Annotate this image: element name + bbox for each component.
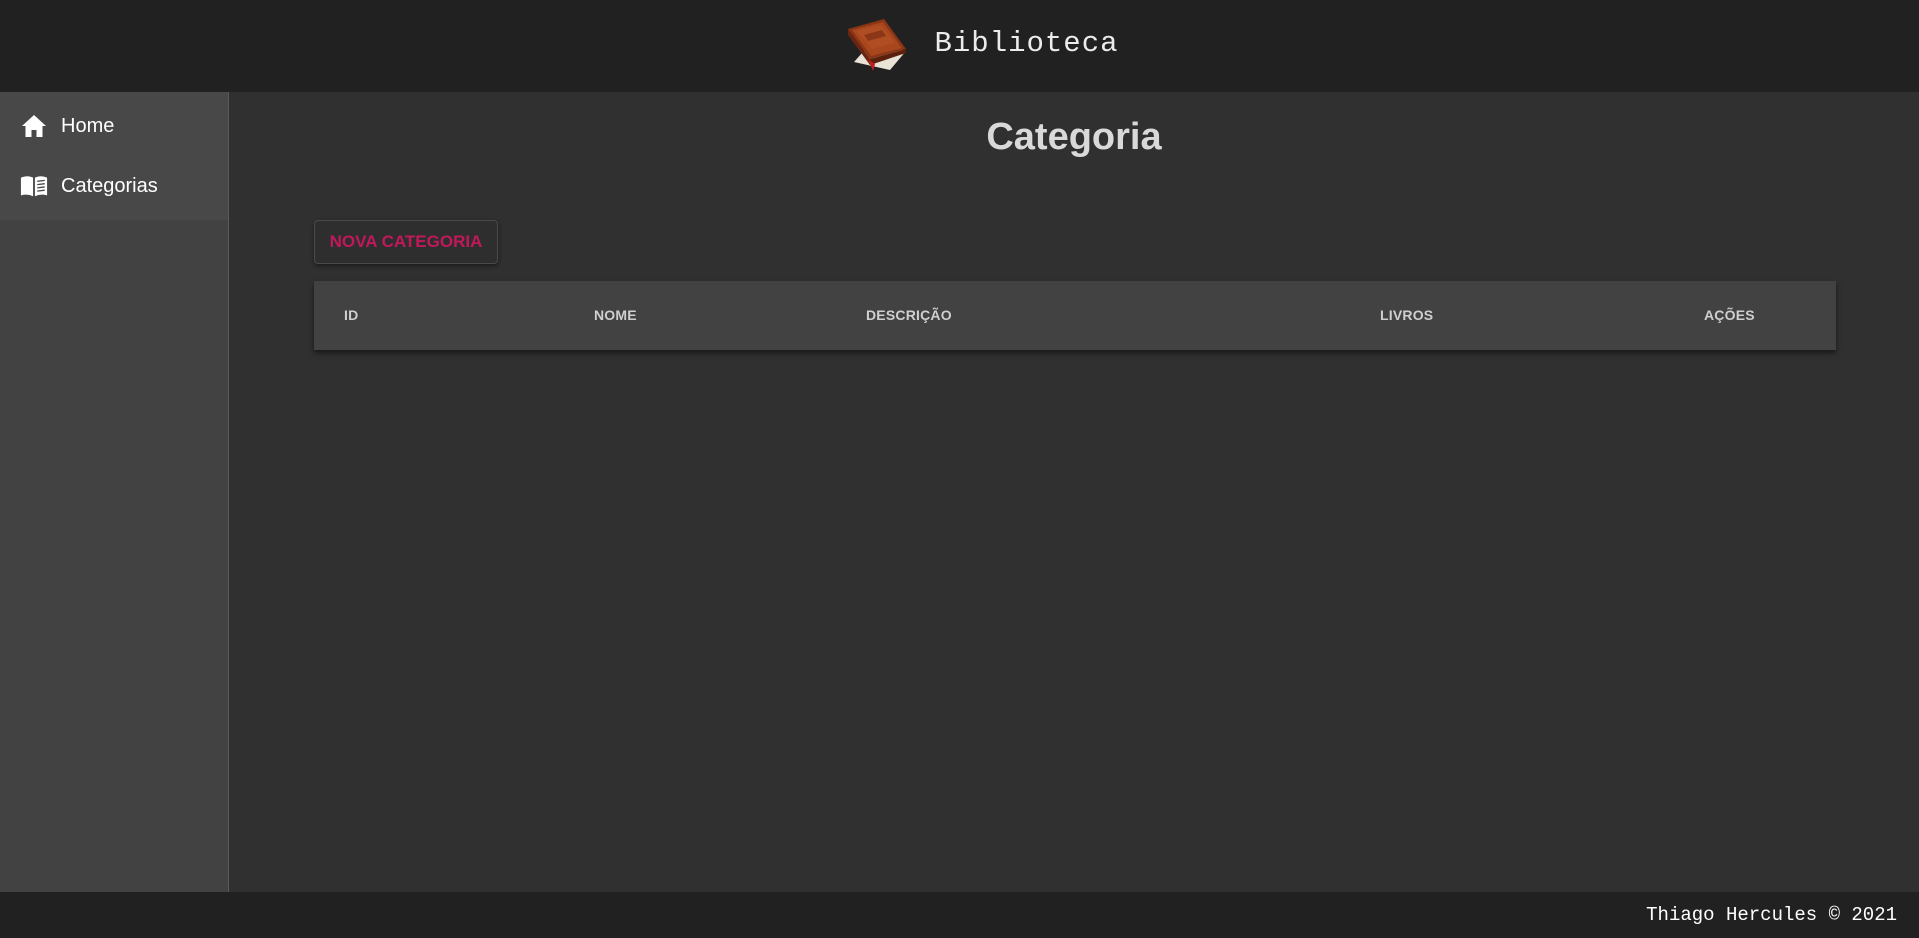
sidebar-item-home[interactable]: Home (0, 96, 228, 156)
sidebar-item-label: Home (61, 114, 115, 137)
main-content: Categoria NOVA CATEGORIA ID NOME DESCRIÇ… (229, 92, 1919, 892)
page-title: Categoria (986, 116, 1162, 158)
app-title: Biblioteca (934, 27, 1119, 60)
sidebar: Home Categorias (0, 92, 229, 892)
brand[interactable]: Biblioteca (840, 15, 1118, 73)
column-header-acoes: AÇÕES (1704, 307, 1755, 323)
book-icon (848, 18, 907, 71)
open-book-icon (20, 172, 48, 200)
new-category-button[interactable]: NOVA CATEGORIA (314, 220, 498, 264)
top-bar: Biblioteca (0, 0, 1919, 92)
app: Biblioteca Home Categorias Categoria NOV… (0, 0, 1919, 938)
column-header-livros[interactable]: LIVROS (1380, 281, 1433, 350)
sidebar-item-label: Categorias (61, 174, 158, 197)
column-header-descricao[interactable]: DESCRIÇÃO (866, 281, 952, 350)
footer: Thiago Hercules © 2021 (0, 892, 1919, 938)
footer-copyright: Thiago Hercules © 2021 (1646, 904, 1897, 926)
home-icon (20, 112, 48, 140)
sidebar-item-categorias[interactable]: Categorias (0, 156, 228, 216)
column-header-nome[interactable]: NOME (594, 281, 637, 350)
categories-table: ID NOME DESCRIÇÃO LIVROS AÇÕES (314, 281, 1836, 350)
sidebar-nav: Home Categorias (0, 92, 228, 220)
column-header-id[interactable]: ID (344, 281, 358, 350)
